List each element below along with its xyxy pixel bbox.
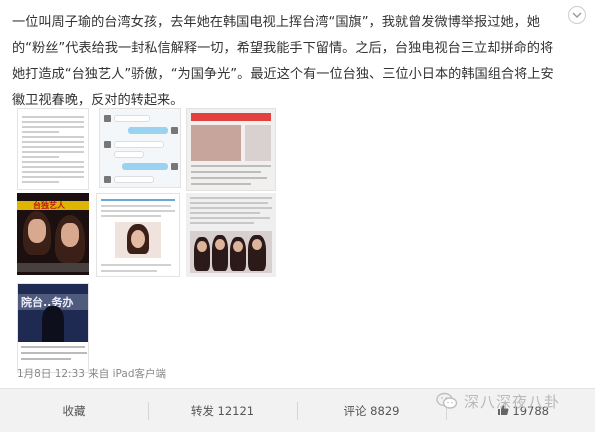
comment-button[interactable]: 评论 8829: [297, 389, 446, 432]
chat-screenshot-thumbnail[interactable]: [99, 108, 181, 188]
article-screenshot-thumbnail[interactable]: [17, 108, 89, 190]
wechat-icon: [436, 392, 458, 409]
post-timestamp[interactable]: 1月8日 12:33 来自 iPad客户端: [17, 366, 166, 381]
news-screenshot-thumbnail[interactable]: [96, 193, 180, 277]
tv-screenshot-thumbnail[interactable]: [186, 108, 276, 191]
watermark: 深八深夜八卦: [436, 386, 560, 416]
repost-button[interactable]: 转发 12121: [148, 389, 297, 432]
press-conference-screenshot-thumbnail[interactable]: 院台..务办: [17, 283, 89, 373]
tv-show-photo-thumbnail[interactable]: 台独艺人: [17, 193, 89, 275]
weibo-post-card: 一位叫周子瑜的台湾女孩，去年她在韩国电视上挥台湾“国旗”，我就曾发微博举报过她，…: [0, 0, 595, 432]
favorite-label: 收藏: [62, 404, 86, 418]
thumbnail-caption: 台独艺人: [33, 201, 65, 210]
favorite-button[interactable]: 收藏: [0, 389, 148, 432]
post-text: 一位叫周子瑜的台湾女孩，去年她在韩国电视上挥台湾“国旗”，我就曾发微博举报过她，…: [12, 15, 554, 108]
comment-label: 评论 8829: [343, 404, 400, 418]
group-photo-screenshot-thumbnail[interactable]: [186, 193, 276, 277]
chevron-down-icon[interactable]: [568, 6, 586, 24]
watermark-text: 深八深夜八卦: [464, 392, 561, 411]
repost-label: 转发 12121: [190, 404, 255, 418]
